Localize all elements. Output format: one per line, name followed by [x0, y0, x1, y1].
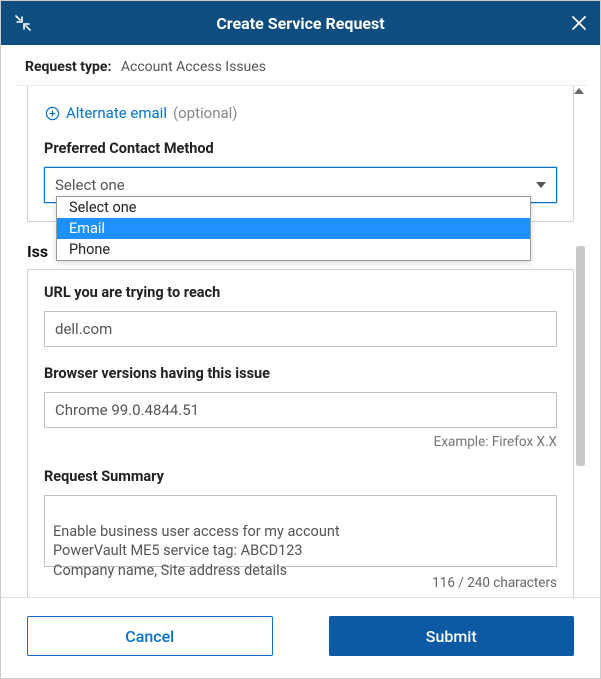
issue-card: URL you are trying to reach dell.com Bro… — [27, 269, 574, 597]
browser-input-value: Chrome 99.0.4844.51 — [55, 401, 199, 419]
alternate-email-optional: (optional) — [173, 104, 238, 122]
submit-button[interactable]: Submit — [329, 616, 575, 656]
contact-card: Alternate email (optional) Preferred Con… — [27, 86, 574, 222]
close-icon[interactable] — [566, 16, 586, 30]
request-type-label: Request type: — [25, 59, 111, 75]
browser-hint: Example: Firefox X.X — [44, 434, 557, 450]
browser-input[interactable]: Chrome 99.0.4844.51 — [44, 392, 557, 428]
submit-button-label: Submit — [426, 627, 477, 646]
scroll-up-arrow-icon[interactable] — [574, 88, 584, 94]
url-input[interactable]: dell.com — [44, 311, 557, 347]
modal-header: Create Service Request — [1, 1, 600, 45]
scrollbar-thumb[interactable] — [576, 246, 585, 466]
browser-label: Browser versions having this issue — [44, 365, 557, 382]
modal-title: Create Service Request — [35, 14, 566, 33]
create-service-request-modal: Create Service Request Request type: Acc… — [0, 0, 601, 679]
plus-circle-icon — [44, 105, 60, 121]
url-input-value: dell.com — [55, 320, 112, 338]
minimize-icon[interactable] — [15, 15, 35, 31]
dropdown-option-phone[interactable]: Phone — [57, 239, 530, 260]
dropdown-option-email[interactable]: Email — [57, 218, 530, 239]
summary-textarea[interactable]: Enable business user access for my accou… — [44, 495, 557, 567]
modal-footer: Cancel Submit — [1, 597, 600, 678]
alternate-email-link: Alternate email — [66, 104, 167, 122]
dropdown-option-select-one[interactable]: Select one — [57, 197, 530, 218]
cancel-button[interactable]: Cancel — [27, 616, 273, 656]
preferred-contact-label: Preferred Contact Method — [44, 140, 557, 157]
preferred-contact-dropdown: Select one Email Phone — [56, 196, 531, 261]
summary-textarea-value: Enable business user access for my accou… — [53, 523, 340, 579]
cancel-button-label: Cancel — [125, 627, 174, 646]
request-type-value: Account Access Issues — [121, 59, 266, 75]
request-type-row: Request type: Account Access Issues — [1, 45, 600, 85]
alternate-email-row[interactable]: Alternate email (optional) — [44, 104, 557, 122]
chevron-down-icon — [536, 182, 546, 188]
summary-label: Request Summary — [44, 468, 557, 485]
scroll-area: Alternate email (optional) Preferred Con… — [15, 85, 586, 597]
preferred-contact-selected: Select one — [55, 176, 125, 194]
url-label: URL you are trying to reach — [44, 284, 557, 301]
content-area: Alternate email (optional) Preferred Con… — [1, 85, 600, 597]
